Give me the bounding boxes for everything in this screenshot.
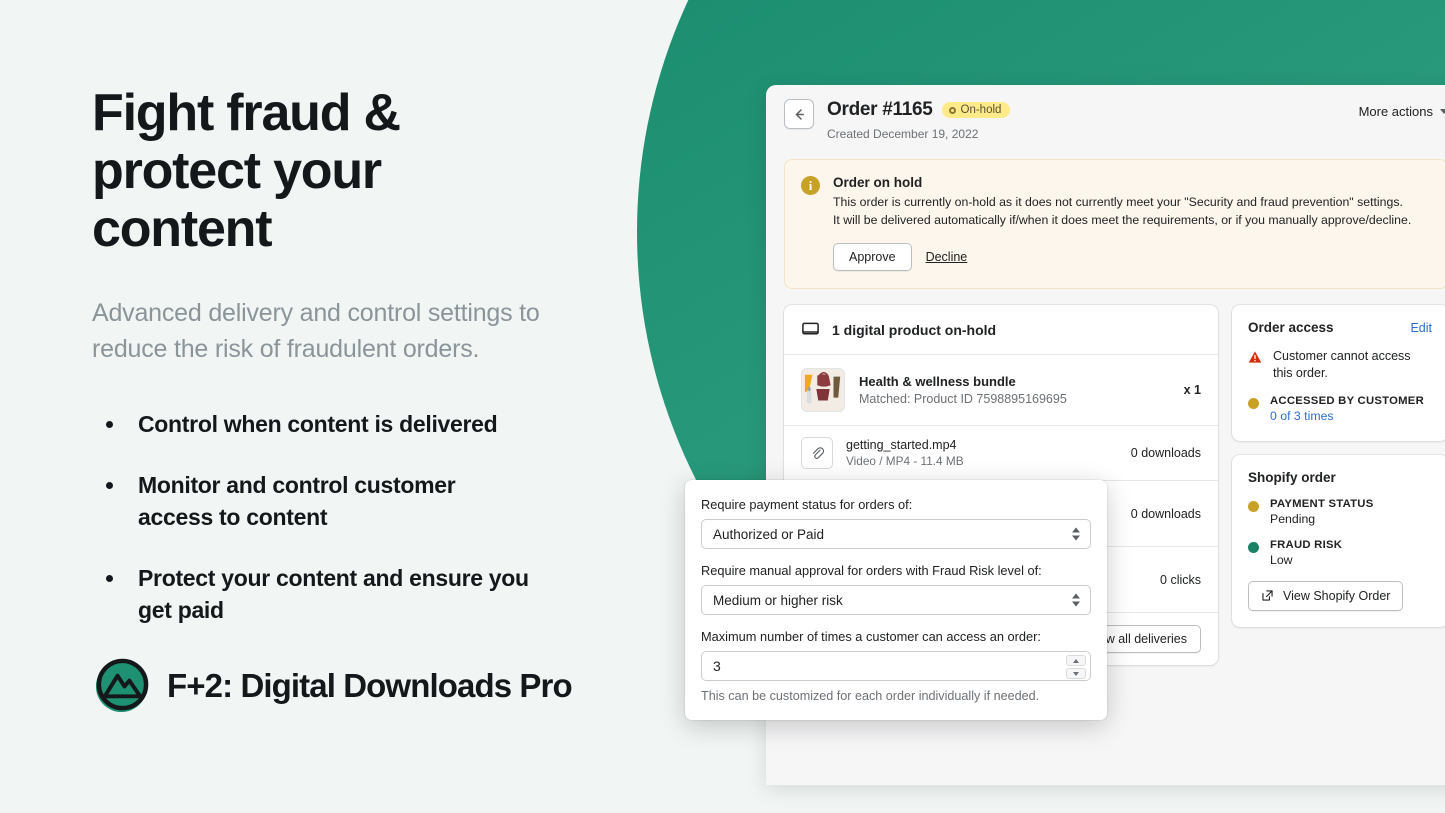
paperclip-icon <box>801 437 833 470</box>
digital-products-title: 1 digital product on-hold <box>832 321 997 338</box>
accessed-by-customer-value[interactable]: 0 of 3 times <box>1270 409 1334 423</box>
approve-button[interactable]: Approve <box>833 243 912 272</box>
payment-status-select-value: Authorized or Paid <box>713 526 825 542</box>
security-settings-dialog: Require payment status for orders of: Au… <box>685 480 1107 720</box>
shopify-order-card: Shopify order PAYMENT STATUS Pending FRA… <box>1232 454 1445 627</box>
list-item: Monitor and control customer access to c… <box>92 470 532 533</box>
order-header: Order #1165 On-hold Created December 19,… <box>784 99 1445 141</box>
product-name: Health & wellness bundle <box>859 374 1016 390</box>
max-access-help-text: This can be customized for each order in… <box>701 689 1040 703</box>
more-actions-button[interactable]: More actions <box>1359 104 1445 119</box>
file-name: getting_started.mp4 <box>846 438 957 453</box>
stepper-increment[interactable] <box>1066 655 1086 666</box>
info-icon: i <box>801 176 820 195</box>
mountain-circle-logo-icon <box>95 658 149 713</box>
brand-row: F+2: Digital Downloads Pro <box>92 656 640 715</box>
fraud-risk-row: FRAUD RISK Low <box>1248 539 1432 567</box>
digital-products-header: 1 digital product on-hold <box>784 305 1218 356</box>
list-item[interactable]: getting_started.mp4 Video / MP4 - 11.4 M… <box>784 426 1218 482</box>
order-access-warning: Customer cannot access this order. <box>1248 348 1432 382</box>
order-access-edit-link[interactable]: Edit <box>1410 321 1432 335</box>
max-access-field-label: Maximum number of times a customer can a… <box>701 629 1041 644</box>
marketing-column: Fight fraud & protect your content Advan… <box>0 0 640 813</box>
fraud-risk-value: Low <box>1270 552 1293 567</box>
order-access-title: Order access <box>1248 320 1334 336</box>
payment-status-field-label: Require payment status for orders of: <box>701 497 913 512</box>
list-item: Control when content is delivered <box>92 409 532 441</box>
product-quantity: x 1 <box>1183 383 1201 398</box>
product-matched-id: Matched: Product ID 7598895169695 <box>859 392 1067 407</box>
fraud-risk-select-value: Medium or higher risk <box>713 592 843 608</box>
order-title: Order #1165 <box>827 99 933 120</box>
caret-down-icon <box>1073 671 1079 676</box>
back-button[interactable] <box>784 99 814 129</box>
view-shopify-order-label: View Shopify Order <box>1283 588 1391 603</box>
more-actions-label: More actions <box>1358 104 1433 119</box>
banner-title: Order on hold <box>833 175 923 190</box>
decline-link[interactable]: Decline <box>926 250 968 264</box>
fraud-risk-select[interactable]: Medium or higher risk <box>701 585 1091 615</box>
monitor-icon <box>802 322 819 335</box>
status-badge: On-hold <box>941 102 1011 118</box>
status-dot-icon <box>948 106 956 114</box>
file-stat: 0 clicks <box>1160 572 1201 587</box>
promo-screenshot: Fight fraud & protect your content Advan… <box>0 0 1445 813</box>
caret-up-icon <box>1073 658 1079 663</box>
fraud-risk-field-label: Require manual approval for orders with … <box>701 563 1042 578</box>
chevron-down-icon <box>1440 109 1445 114</box>
view-shopify-order-button[interactable]: View Shopify Order <box>1248 580 1404 611</box>
order-on-hold-banner: i Order on hold This order is currently … <box>784 159 1445 290</box>
banner-actions: Approve Decline <box>833 243 1431 272</box>
page-subtitle: Advanced delivery and control settings t… <box>92 298 540 363</box>
arrow-left-icon <box>795 108 804 120</box>
stepper-decrement[interactable] <box>1066 668 1086 679</box>
status-badge-label: On-hold <box>960 104 1002 116</box>
max-access-input[interactable]: 3 <box>701 651 1091 681</box>
quantity-stepper[interactable] <box>1066 655 1086 679</box>
external-link-icon <box>1262 590 1273 602</box>
status-dot-icon <box>1248 397 1259 409</box>
accessed-by-customer-row: ACCESSED BY CUSTOMER 0 of 3 times <box>1248 395 1432 425</box>
product-photo-icon <box>801 368 845 413</box>
list-item: Protect your content and ensure you get … <box>92 563 532 626</box>
accessed-by-customer-label: ACCESSED BY CUSTOMER <box>1270 394 1424 407</box>
payment-status-select[interactable]: Authorized or Paid <box>701 519 1091 549</box>
status-dot-icon <box>1248 500 1259 512</box>
select-arrows-icon <box>1072 593 1080 607</box>
shopify-order-title: Shopify order <box>1248 469 1336 485</box>
payment-status-row: PAYMENT STATUS Pending <box>1248 498 1432 526</box>
file-stat: 0 downloads <box>1130 446 1201 461</box>
page-title: Fight fraud & protect your content <box>92 84 401 259</box>
select-arrows-icon <box>1072 527 1080 541</box>
feature-list: Control when content is delivered Monito… <box>92 409 640 627</box>
file-meta: Video / MP4 - 11.4 MB <box>846 454 964 469</box>
order-access-warning-text: Customer cannot access this order. <box>1273 349 1411 381</box>
brand-name: F+2: Digital Downloads Pro <box>167 666 573 704</box>
table-row: Health & wellness bundle Matched: Produc… <box>784 355 1218 427</box>
status-dot-icon <box>1248 541 1259 553</box>
payment-status-value: Pending <box>1270 511 1316 526</box>
order-access-card: Order access Edit Customer cannot access… <box>1232 305 1445 441</box>
payment-status-label: PAYMENT STATUS <box>1270 497 1374 510</box>
warning-triangle-icon <box>1248 351 1262 364</box>
order-created-date: Created December 19, 2022 <box>827 127 979 141</box>
max-access-input-value: 3 <box>713 658 721 674</box>
order-sidebar: Order access Edit Customer cannot access… <box>1232 305 1445 665</box>
fraud-risk-label: FRAUD RISK <box>1270 538 1343 551</box>
file-stat: 0 downloads <box>1130 506 1201 521</box>
banner-body: This order is currently on-hold as it do… <box>833 195 1412 227</box>
